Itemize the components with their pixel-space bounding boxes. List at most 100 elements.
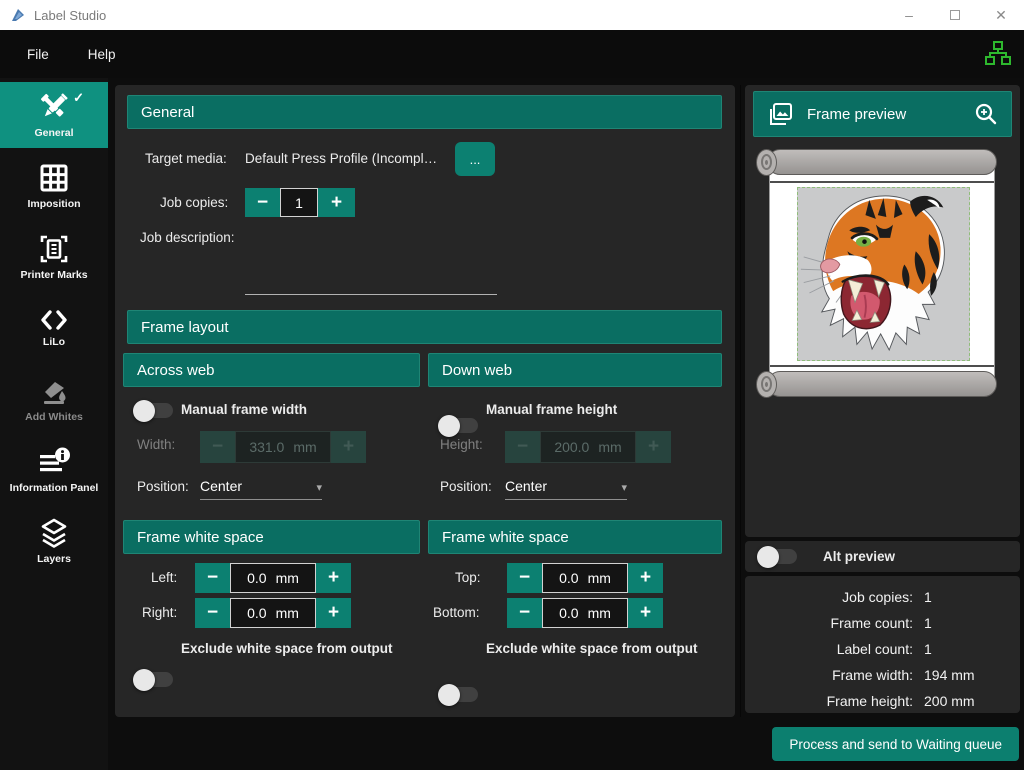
- stat-row: Frame width: 194 mm: [745, 667, 1020, 683]
- down-web-title: Down web: [442, 362, 512, 379]
- grid-icon: [38, 162, 70, 194]
- exclude-white-space-across-toggle[interactable]: [135, 672, 173, 687]
- left-value-cell[interactable]: 0.0 mm: [230, 563, 316, 593]
- job-copies-decrement-button[interactable]: −: [245, 188, 280, 217]
- image-preview-icon: [767, 101, 794, 128]
- sidebar: ✓ General: [0, 78, 108, 770]
- top-value-cell[interactable]: 0.0 mm: [542, 563, 628, 593]
- right-increment-button[interactable]: +: [316, 598, 351, 628]
- across-web-title: Across web: [137, 362, 215, 379]
- left-increment-button[interactable]: +: [316, 563, 351, 593]
- white-space-across-header: Frame white space: [123, 520, 420, 554]
- sidebar-item-printer-marks[interactable]: Printer Marks: [0, 224, 108, 290]
- stat-row: Frame height: 200 mm: [745, 693, 1020, 709]
- toggle-knob: [757, 546, 779, 568]
- across-web-header: Across web: [123, 353, 420, 387]
- height-value: 200.0: [554, 439, 589, 455]
- white-space-down-title: Frame white space: [442, 529, 569, 546]
- general-section-header: General: [127, 95, 722, 129]
- label-artwork-area: [797, 187, 970, 361]
- frame-preview-header: Frame preview: [753, 91, 1012, 137]
- job-copies-label: Job copies:: [160, 195, 228, 210]
- right-stepper: − 0.0 mm +: [195, 598, 351, 628]
- sidebar-item-add-whites[interactable]: Add Whites: [0, 366, 108, 432]
- toggle-knob: [438, 415, 460, 437]
- top-decrement-button[interactable]: −: [507, 563, 542, 593]
- stat-value: 1: [924, 589, 932, 605]
- check-icon: ✓: [73, 90, 84, 106]
- minimize-button[interactable]: –: [886, 0, 932, 30]
- alt-preview-label: Alt preview: [823, 549, 895, 564]
- right-decrement-button[interactable]: −: [195, 598, 230, 628]
- stat-value: 194 mm: [924, 667, 975, 683]
- job-copies-increment-button[interactable]: +: [318, 188, 355, 217]
- frame-preview-title: Frame preview: [807, 106, 961, 123]
- tools-pencil-icon: [38, 91, 70, 123]
- target-media-label: Target media:: [145, 151, 227, 166]
- paint-bucket-icon: [38, 375, 70, 407]
- menu-help[interactable]: Help: [76, 39, 128, 70]
- left-decrement-button[interactable]: −: [195, 563, 230, 593]
- exclude-white-space-down-label: Exclude white space from output: [486, 641, 698, 656]
- alt-preview-toggle[interactable]: [759, 549, 797, 564]
- zoom-icon[interactable]: [974, 102, 998, 126]
- frame-layout-section-header: Frame layout: [127, 310, 722, 344]
- width-label: Width:: [137, 437, 175, 452]
- bottom-label: Bottom:: [433, 605, 480, 620]
- right-panel: Frame preview: [745, 85, 1020, 717]
- sidebar-item-label: Information Panel: [10, 483, 99, 495]
- manual-frame-height-label: Manual frame height: [486, 402, 617, 417]
- across-position-dropdown[interactable]: Center ▾: [200, 478, 322, 500]
- frame-top-line: [770, 181, 994, 183]
- down-position-dropdown[interactable]: Center ▾: [505, 478, 627, 500]
- bottom-decrement-button[interactable]: −: [507, 598, 542, 628]
- top-roller: [767, 149, 997, 175]
- stat-row: Label count: 1: [745, 641, 1020, 657]
- job-description-label: Job description:: [140, 230, 235, 245]
- job-description-input[interactable]: [245, 277, 497, 295]
- sidebar-item-general[interactable]: ✓ General: [0, 82, 108, 148]
- maximize-button[interactable]: [932, 0, 978, 30]
- height-stepper: − 200.0 mm +: [505, 431, 671, 463]
- stat-row: Job copies: 1: [745, 589, 1020, 605]
- network-status-icon[interactable]: [984, 40, 1012, 68]
- process-send-button[interactable]: Process and send to Waiting queue: [772, 727, 1019, 761]
- top-increment-button[interactable]: +: [628, 563, 663, 593]
- right-value-cell[interactable]: 0.0 mm: [230, 598, 316, 628]
- down-position-value: Center: [505, 478, 547, 494]
- exclude-white-space-down-toggle[interactable]: [440, 687, 478, 702]
- stat-value: 200 mm: [924, 693, 975, 709]
- browse-media-button[interactable]: ...: [455, 142, 495, 176]
- width-increment-button: +: [331, 431, 366, 463]
- height-decrement-button: −: [505, 431, 540, 463]
- stat-label: Label count:: [745, 641, 913, 657]
- sidebar-item-information-panel[interactable]: Information Panel: [0, 437, 108, 503]
- top-roller-cap: [756, 149, 777, 176]
- sidebar-item-layers[interactable]: Layers: [0, 508, 108, 574]
- angle-brackets-icon: [38, 308, 70, 332]
- job-copies-value[interactable]: 1: [280, 188, 318, 217]
- stat-value: 1: [924, 641, 932, 657]
- frame-layout-title: Frame layout: [141, 319, 229, 336]
- sidebar-item-label: Imposition: [27, 199, 80, 211]
- bottom-increment-button[interactable]: +: [628, 598, 663, 628]
- sidebar-item-label: Add Whites: [25, 412, 83, 424]
- titlebar: Label Studio – ✕: [0, 0, 1024, 30]
- sidebar-item-lilo[interactable]: LiLo: [0, 295, 108, 361]
- chevron-down-icon: ▾: [316, 481, 322, 494]
- manual-frame-height-toggle[interactable]: [440, 418, 478, 433]
- left-value: 0.0: [247, 570, 266, 586]
- sidebar-item-imposition[interactable]: Imposition: [0, 153, 108, 219]
- bottom-value: 0.0: [559, 605, 578, 621]
- preview-canvas[interactable]: [745, 139, 1020, 537]
- height-unit: mm: [598, 439, 621, 455]
- manual-frame-width-toggle[interactable]: [135, 403, 173, 418]
- bottom-value-cell[interactable]: 0.0 mm: [542, 598, 628, 628]
- menu-file[interactable]: File: [15, 39, 61, 70]
- close-button[interactable]: ✕: [978, 0, 1024, 30]
- white-space-down-header: Frame white space: [428, 520, 722, 554]
- sidebar-item-label: LiLo: [43, 337, 65, 349]
- top-label: Top:: [455, 570, 481, 585]
- sidebar-item-label: General: [34, 128, 73, 140]
- top-stepper: − 0.0 mm +: [507, 563, 663, 593]
